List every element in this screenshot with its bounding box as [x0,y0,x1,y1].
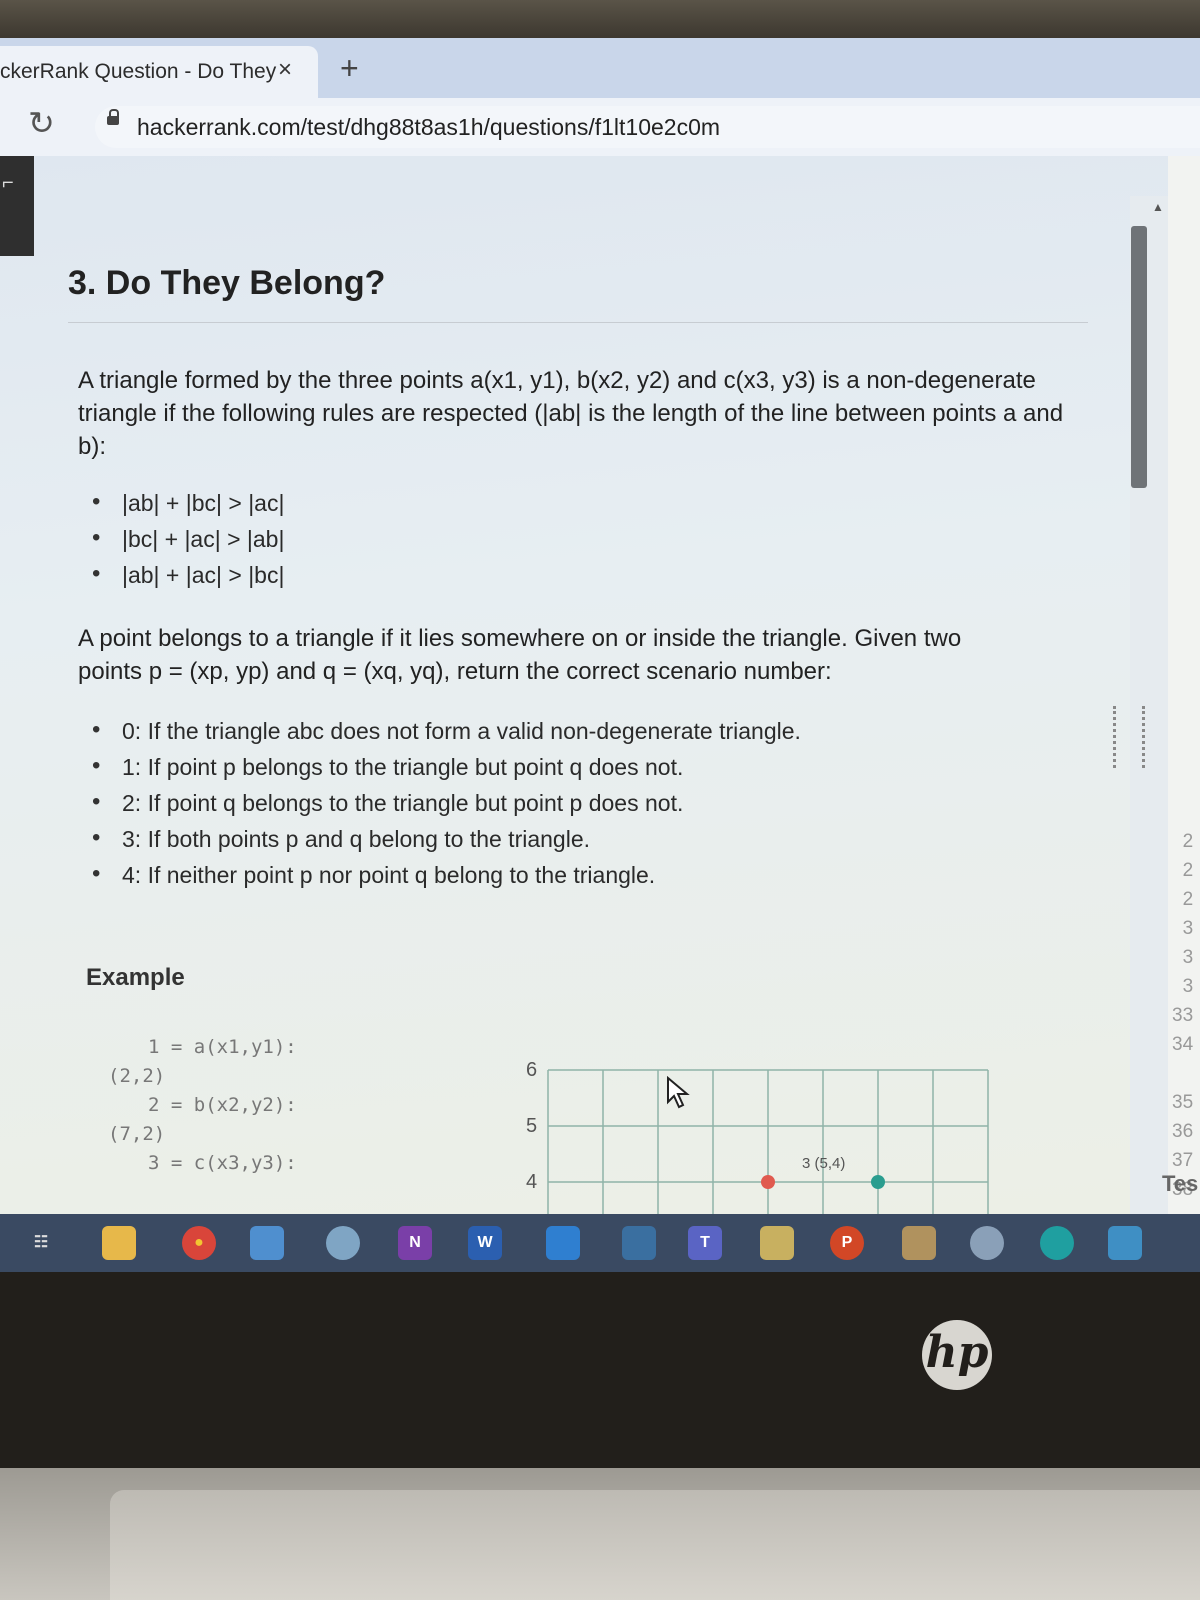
hp-logo: hp [922,1320,992,1390]
belongs-paragraph: A point belongs to a triangle if it lies… [78,625,962,685]
keyboard-surface [110,1490,1200,1600]
scenario-list: 0: If the triangle abc does not form a v… [92,716,801,898]
side-panel-toggle[interactable]: ⌐ [0,156,34,256]
divider [68,322,1088,323]
editor-line-numbers: 2 2 2 3 3 3 33 34 35 36 37 38 [1172,831,1193,1208]
rule-item: |bc| + |ac| > |ab| [92,524,284,562]
monitor-bezel [0,0,1200,40]
paint-icon[interactable] [326,1226,360,1260]
url-text: hackerrank.com/test/dhg88t8as1h/question… [137,114,721,140]
keyboard-deck [0,1468,1200,1600]
reload-icon[interactable]: ↻ [28,104,55,142]
menu-icon: ⌐ [2,172,14,194]
point-label: 3 (5,4) [802,1155,845,1172]
line-number [1172,1063,1193,1092]
code-line: 3 = c(x3,y3): [148,1152,297,1174]
whiteboard-icon[interactable] [760,1226,794,1260]
line-number: 2 [1182,889,1194,910]
tab-bar: ckerRank Question - Do They × + [0,38,1200,98]
line-number: 2 [1182,860,1194,881]
code-line: 1 = a(x1,y1): [148,1036,297,1058]
photos-icon[interactable] [622,1226,656,1260]
line-number: 35 [1172,1092,1194,1113]
powerpoint-icon[interactable]: P [830,1226,864,1260]
chart-point-0 [761,1175,775,1189]
scenario-item: 0: If the triangle abc does not form a v… [92,716,801,754]
tab-title: ckerRank Question - Do They [0,60,277,83]
rule-item: |ab| + |bc| > |ac| [92,488,284,526]
code-line: (7,2) [108,1123,166,1145]
scenario-item: 4: If neither point p nor point q belong… [92,860,801,898]
teams-icon[interactable]: T [688,1226,722,1260]
y-tick-label: 6 [526,1059,537,1081]
address-bar[interactable]: hackerrank.com/test/dhg88t8as1h/question… [95,106,1200,148]
panel-resize-handle[interactable] [1113,706,1145,768]
line-number: 3 [1182,918,1194,939]
browser-toolbar: ↻ hackerrank.com/test/dhg88t8as1h/questi… [0,98,1200,156]
scenario-item: 1: If point p belongs to the triangle bu… [92,752,801,790]
scroll-up-icon[interactable]: ▲ [1152,200,1164,214]
settings-icon[interactable] [970,1226,1004,1260]
browser-tab[interactable]: ckerRank Question - Do They × [0,46,318,98]
rule-item: |ab| + |ac| > |bc| [92,560,284,598]
line-number: 3 [1182,976,1194,997]
line-number: 34 [1172,1034,1194,1055]
chrome-icon[interactable]: ● [182,1226,216,1260]
file-explorer-icon[interactable] [102,1226,136,1260]
line-number: 36 [1172,1121,1194,1142]
code-line: (2,2) [108,1065,166,1087]
scrollbar-thumb[interactable] [1131,226,1147,488]
scenario-item: 3: If both points p and q belong to the … [92,824,801,862]
y-tick-label: 4 [526,1171,537,1193]
code-line: 2 = b(x2,y2): [148,1094,297,1116]
windows-taskbar: ☷ ● N W T P [0,1214,1200,1272]
vscode-icon[interactable] [546,1226,580,1260]
lock-icon [107,109,119,125]
example-heading: Example [86,964,185,991]
word-icon[interactable]: W [468,1226,502,1260]
task-view-icon[interactable]: ☷ [24,1226,58,1260]
line-number: 33 [1172,1005,1194,1026]
rules-list: |ab| + |bc| > |ac| |bc| + |ac| > |ab| |a… [92,488,284,598]
onenote-icon[interactable]: N [398,1226,432,1260]
chart-point-1 [871,1175,885,1189]
new-tab-button[interactable]: + [340,50,359,87]
photos-viewer-icon[interactable] [1108,1226,1142,1260]
example-code: 1 = a(x1,y1): (2,2) 2 = b(x2,y2): (7,2) … [108,1036,297,1181]
notes-icon[interactable] [250,1226,284,1260]
line-number: 2 [1182,831,1194,852]
page-content: ⌐ 3. Do They Belong? A triangle formed b… [0,156,1200,1214]
mouse-cursor-icon [667,1076,690,1109]
intro-paragraph: A triangle formed by the three points a(… [78,367,1064,460]
y-tick-label: 5 [526,1115,537,1137]
question-title: 3. Do They Belong? [68,264,386,302]
laptop-body: hp [0,1272,1200,1600]
line-number: 3 [1182,947,1194,968]
snip-icon[interactable] [902,1226,936,1260]
chart-grid [547,1069,989,1214]
edge-icon[interactable] [1040,1226,1074,1260]
tab-close-icon[interactable]: × [278,56,292,84]
test-button[interactable]: Tes [1162,1171,1198,1197]
example-grid-chart: 6 5 4 3 (5,4) [526,1059,989,1214]
scenario-item: 2: If point q belongs to the triangle bu… [92,788,801,826]
